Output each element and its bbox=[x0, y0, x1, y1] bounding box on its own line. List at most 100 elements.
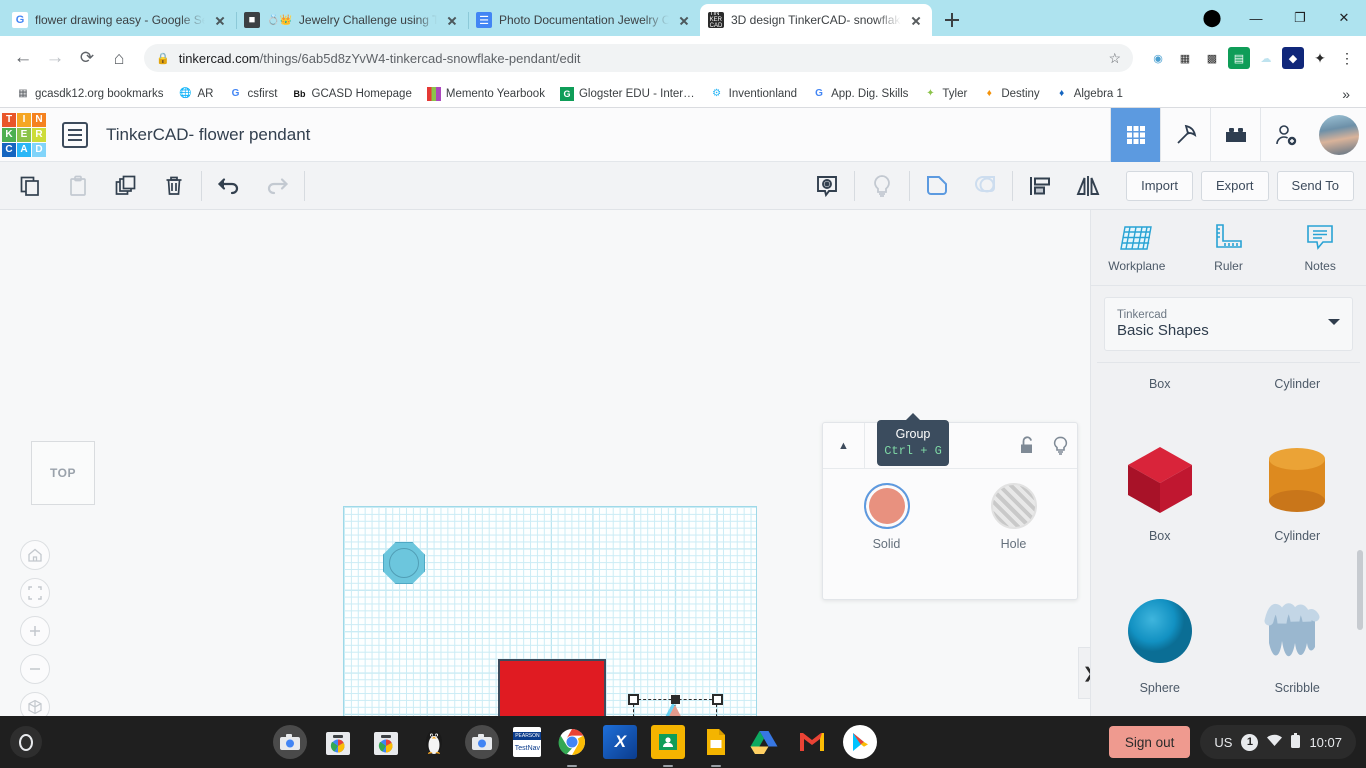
ungroup-icon[interactable] bbox=[961, 162, 1009, 210]
tab-close-button[interactable] bbox=[444, 12, 460, 28]
pearson-testnav-icon[interactable]: PEARSON TestNav bbox=[513, 727, 542, 757]
reload-icon[interactable]: ⟳ bbox=[72, 43, 102, 73]
forward-icon[interactable]: → bbox=[40, 43, 70, 73]
home-icon[interactable]: ⌂ bbox=[104, 43, 134, 73]
bookmark-item[interactable]: 🌐 AR bbox=[172, 84, 219, 104]
chrome-bag-icon-2[interactable] bbox=[369, 725, 403, 759]
browser-tab-0[interactable]: G flower drawing easy - Google Sea bbox=[4, 4, 237, 36]
system-tray[interactable]: US 1 10:07 bbox=[1200, 725, 1356, 759]
sign-out-button[interactable]: Sign out bbox=[1108, 726, 1191, 758]
tab-close-button[interactable] bbox=[676, 12, 692, 28]
profile-pin-icon[interactable]: ⬤ bbox=[1190, 0, 1234, 36]
sidebar-tool-workplane[interactable]: Workplane bbox=[1091, 210, 1183, 285]
screencast-icon[interactable]: ◉ bbox=[1147, 47, 1169, 69]
align-icon[interactable] bbox=[1016, 162, 1064, 210]
shape-tile-box-clipped[interactable]: Box bbox=[1091, 365, 1229, 397]
zoom-in-icon[interactable] bbox=[20, 616, 50, 646]
copy-icon[interactable] bbox=[6, 162, 54, 210]
sheets-ext-icon[interactable]: ▤ bbox=[1228, 47, 1250, 69]
star-icon[interactable]: ☆ bbox=[1108, 50, 1121, 67]
xtramath-icon[interactable]: X bbox=[603, 725, 638, 759]
chrome-os-launcher-icon[interactable] bbox=[10, 726, 42, 758]
wifi-icon[interactable] bbox=[1267, 734, 1283, 750]
bookmark-item[interactable]: Bb GCASD Homepage bbox=[287, 84, 418, 104]
collapse-triangle-icon[interactable]: ▲ bbox=[823, 422, 865, 469]
new-tab-button[interactable] bbox=[938, 6, 966, 34]
user-avatar[interactable] bbox=[1319, 114, 1359, 155]
bookmark-item[interactable]: ⚙ Inventionland bbox=[704, 84, 803, 104]
lightbulb-icon[interactable] bbox=[858, 162, 906, 210]
browser-tab-2[interactable]: ☰ Photo Documentation Jewelry C bbox=[468, 4, 700, 36]
tab-close-button[interactable] bbox=[212, 12, 228, 28]
sidebar-tool-ruler[interactable]: Ruler bbox=[1183, 210, 1275, 285]
camera-app-icon[interactable] bbox=[273, 725, 308, 759]
unlock-icon[interactable] bbox=[1009, 423, 1043, 469]
close-window-button[interactable]: ✕ bbox=[1322, 0, 1366, 36]
hole-swatch[interactable] bbox=[990, 483, 1037, 529]
tux-penguin-icon[interactable] bbox=[417, 725, 451, 759]
puzzle-extensions-icon[interactable]: ✦ bbox=[1309, 47, 1331, 69]
resize-handle-tr[interactable] bbox=[712, 694, 723, 705]
google-drive-icon[interactable] bbox=[747, 725, 781, 759]
shape-tile-cylinder-clipped[interactable]: Cylinder bbox=[1229, 365, 1366, 397]
maximize-button[interactable]: ❐ bbox=[1278, 0, 1322, 36]
gallery-grid-icon[interactable] bbox=[1110, 107, 1160, 162]
paste-icon[interactable] bbox=[54, 162, 102, 210]
undo-icon[interactable] bbox=[205, 162, 253, 210]
qr-scan-icon[interactable]: ▦ bbox=[1174, 47, 1196, 69]
back-icon[interactable]: ← bbox=[8, 43, 38, 73]
solid-color-swatch[interactable] bbox=[863, 483, 910, 529]
shape-tile-sphere[interactable]: Sphere bbox=[1091, 549, 1229, 701]
shape-tile-cylinder[interactable]: Cylinder bbox=[1229, 397, 1366, 549]
view-cube[interactable]: TOP bbox=[31, 441, 95, 505]
browser-tab-1[interactable]: ■ 💍👑 Jewelry Challenge using T bbox=[236, 4, 469, 36]
lightbulb-icon[interactable] bbox=[1043, 423, 1077, 469]
camera-app-icon-2[interactable] bbox=[465, 725, 500, 759]
cloud-ext-icon[interactable]: ☁ bbox=[1255, 47, 1277, 69]
qr-code-icon[interactable]: ▩ bbox=[1201, 47, 1223, 69]
annotation-icon[interactable] bbox=[803, 162, 851, 210]
bookmark-item[interactable]: ♦ Destiny bbox=[976, 84, 1045, 104]
bookmark-item[interactable]: Memento Yearbook bbox=[421, 84, 551, 104]
bookmark-item[interactable]: ▦ gcasdk12.org bookmarks bbox=[10, 84, 169, 104]
bookmark-item[interactable]: G Glogster EDU - Inter… bbox=[554, 84, 701, 104]
notification-badge[interactable]: 1 bbox=[1241, 733, 1259, 751]
sidebar-tool-notes[interactable]: Notes bbox=[1274, 210, 1366, 285]
bookmark-item[interactable]: G App. Dig. Skills bbox=[806, 84, 914, 104]
tinkercad-logo[interactable]: T I N K E R C A D bbox=[2, 112, 46, 157]
google-slides-icon[interactable] bbox=[699, 725, 733, 767]
bookmarks-overflow-button[interactable]: » bbox=[1336, 86, 1356, 102]
blocks-icon[interactable] bbox=[1210, 107, 1260, 162]
mirror-icon[interactable] bbox=[1064, 162, 1112, 210]
battery-icon[interactable] bbox=[1291, 733, 1301, 751]
sidebar-scrollbar[interactable] bbox=[1357, 550, 1363, 630]
resize-handle-tl[interactable] bbox=[628, 694, 639, 705]
shape-tile-box[interactable]: Box bbox=[1091, 397, 1229, 549]
home-view-icon[interactable] bbox=[20, 540, 50, 570]
minimize-button[interactable]: — bbox=[1234, 0, 1278, 36]
import-button[interactable]: Import bbox=[1126, 170, 1193, 201]
google-classroom-icon[interactable] bbox=[651, 725, 686, 767]
address-bar[interactable]: 🔒 tinkercad.com/things/6ab5d8zYvW4-tinke… bbox=[144, 44, 1133, 72]
zoom-out-icon[interactable] bbox=[20, 654, 50, 684]
bookmark-item[interactable]: ♦ Algebra 1 bbox=[1049, 84, 1129, 104]
solid-option[interactable]: Solid bbox=[823, 483, 950, 551]
chevron-down-icon[interactable] bbox=[1328, 319, 1340, 331]
tab-close-button[interactable] bbox=[908, 12, 924, 28]
chrome-menu-icon[interactable]: ⋮ bbox=[1336, 47, 1358, 69]
shape-tile-scribble[interactable]: Scribble bbox=[1229, 549, 1366, 701]
browser-tab-3[interactable]: TIN KER CAD 3D design TinkerCAD- snowflake bbox=[700, 4, 932, 36]
resize-handle-tm[interactable] bbox=[671, 695, 680, 704]
send-to-button[interactable]: Send To bbox=[1276, 170, 1354, 201]
export-button[interactable]: Export bbox=[1200, 170, 1269, 201]
bookmark-item[interactable]: Gcsfirst bbox=[222, 84, 283, 104]
redo-icon[interactable] bbox=[253, 162, 301, 210]
codeblocks-pick-icon[interactable] bbox=[1160, 107, 1210, 162]
gmail-icon[interactable] bbox=[795, 725, 829, 759]
delete-icon[interactable] bbox=[150, 162, 198, 210]
bookmark-item[interactable]: ✦ Tyler bbox=[917, 84, 973, 104]
group-icon[interactable] bbox=[913, 162, 961, 210]
chrome-icon[interactable] bbox=[555, 725, 589, 767]
play-store-icon[interactable] bbox=[843, 725, 878, 759]
fit-to-view-icon[interactable] bbox=[20, 578, 50, 608]
